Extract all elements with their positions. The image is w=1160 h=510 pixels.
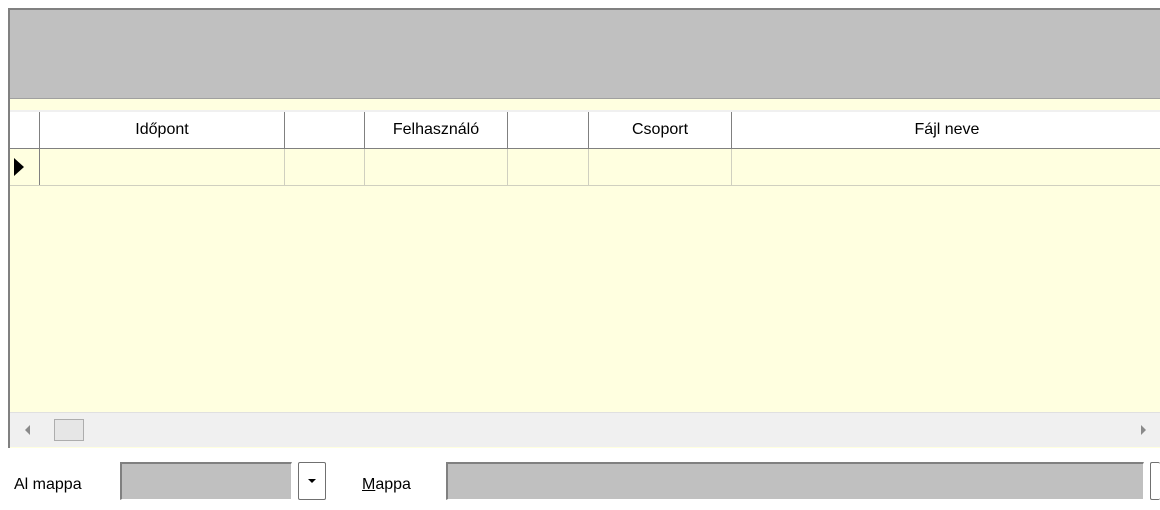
- al-mappa-label: Al mappa: [14, 476, 82, 493]
- cell-fajl-neve[interactable]: [732, 149, 1160, 185]
- cell-blank-1[interactable]: [285, 149, 365, 185]
- cell-felhasznalo[interactable]: [365, 149, 508, 185]
- table-row[interactable]: [10, 149, 1160, 186]
- header-indicator-cell: [10, 112, 40, 148]
- current-row-triangle-icon: [14, 158, 24, 176]
- column-header-idopont[interactable]: Időpont: [40, 112, 285, 148]
- scroll-left-arrow-icon: [24, 425, 30, 435]
- grid-header: Időpont Felhasználó Csoport Fájl neve: [10, 112, 1160, 149]
- mappa-label-rest: appa: [375, 476, 411, 493]
- scroll-right-arrow-icon: [1140, 425, 1146, 435]
- cell-blank-2[interactable]: [508, 149, 589, 185]
- cell-idopont[interactable]: [40, 149, 285, 185]
- mappa-label-accelerator: M: [362, 476, 376, 493]
- al-mappa-combobox[interactable]: [120, 462, 292, 500]
- column-header-csoport[interactable]: Csoport: [589, 112, 732, 148]
- mappa-dropdown-button[interactable]: [1150, 462, 1160, 500]
- log-grid-frame: Időpont Felhasználó Csoport Fájl neve: [8, 8, 1160, 448]
- scroll-left-button[interactable]: [10, 413, 44, 447]
- column-header-felhasznalo[interactable]: Felhasználó: [365, 112, 508, 148]
- horizontal-scrollbar[interactable]: [10, 412, 1160, 447]
- top-panel: [10, 10, 1160, 99]
- chevron-down-icon: [308, 479, 316, 483]
- column-header-blank-2[interactable]: [508, 112, 589, 148]
- mappa-combobox[interactable]: [446, 462, 1144, 500]
- scrollbar-thumb[interactable]: [54, 419, 84, 441]
- column-header-fajl-neve[interactable]: Fájl neve: [732, 112, 1160, 148]
- scroll-right-button[interactable]: [1126, 413, 1160, 447]
- mappa-label: Mappa: [362, 474, 411, 496]
- cell-csoport[interactable]: [589, 149, 732, 185]
- al-mappa-dropdown-button[interactable]: [298, 462, 326, 500]
- row-indicator[interactable]: [10, 149, 40, 185]
- column-header-blank-1[interactable]: [285, 112, 365, 148]
